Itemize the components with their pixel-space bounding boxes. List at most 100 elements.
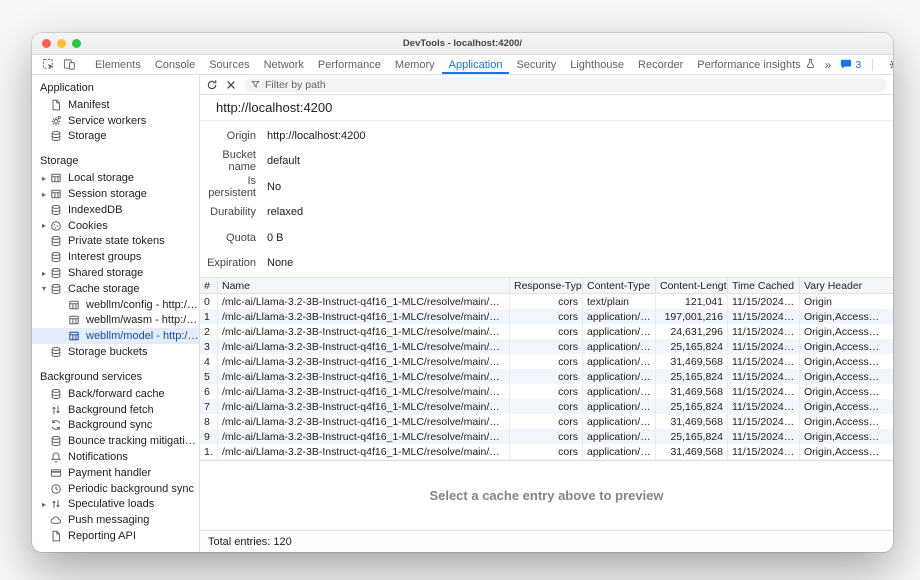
sidebar-item-bounce-tracking-mitigations[interactable]: Bounce tracking mitigations <box>32 433 199 449</box>
sidebar-item-storage-buckets[interactable]: Storage buckets <box>32 344 199 360</box>
sidebar-item-background-fetch[interactable]: Background fetch <box>32 402 199 418</box>
sidebar-item-interest-groups[interactable]: Interest groups <box>32 249 199 265</box>
table-row[interactable]: 0/mlc-ai/Llama-3.2-3B-Instruct-q4f16_1-M… <box>200 294 893 309</box>
column-header-content-length[interactable]: Content-Length <box>656 278 728 293</box>
tab-sources[interactable]: Sources <box>202 55 256 74</box>
tab-performance[interactable]: Performance <box>311 55 388 74</box>
tab-application[interactable]: Application <box>442 55 510 74</box>
sidebar-item-background-sync[interactable]: Background sync <box>32 418 199 434</box>
table-cell-content-type: text/plain <box>583 294 656 309</box>
cell-text: application/oc… <box>587 356 651 368</box>
tab-memory[interactable]: Memory <box>388 55 442 74</box>
database-icon <box>50 435 62 447</box>
chevron-down-icon[interactable]: ▾ <box>38 284 50 293</box>
tab-elements[interactable]: Elements <box>88 55 148 74</box>
inspect-element-icon[interactable] <box>38 55 59 74</box>
tab-network[interactable]: Network <box>257 55 311 74</box>
tab-security[interactable]: Security <box>509 55 563 74</box>
metadata-label: Expiration <box>200 257 256 269</box>
sidebar-item-indexeddb[interactable]: IndexedDB <box>32 202 199 218</box>
column-header-time-cached[interactable]: Time Cached <box>728 278 800 293</box>
title-bar[interactable]: DevTools - localhost:4200/ <box>32 33 893 55</box>
table-cell-response-type: cors <box>510 354 583 369</box>
settings-gear-icon[interactable] <box>884 58 893 71</box>
table-cell-content-length: 31,469,568 <box>656 444 728 459</box>
sidebar-item-cache-storage[interactable]: ▾Cache storage <box>32 281 199 297</box>
table-row[interactable]: 3/mlc-ai/Llama-3.2-3B-Instruct-q4f16_1-M… <box>200 339 893 354</box>
cell-text: 121,041 <box>685 296 723 308</box>
table-row[interactable]: 5/mlc-ai/Llama-3.2-3B-Instruct-q4f16_1-M… <box>200 369 893 384</box>
table-cell-response-type: cors <box>510 369 583 384</box>
clock-icon <box>50 483 62 495</box>
cell-text: /mlc-ai/Llama-3.2-3B-Instruct-q4f16_1-ML… <box>222 371 505 383</box>
table-row[interactable]: 2/mlc-ai/Llama-3.2-3B-Instruct-q4f16_1-M… <box>200 324 893 339</box>
sidebar-item-push-messaging[interactable]: Push messaging <box>32 512 199 528</box>
panel-toolbar <box>200 75 893 95</box>
filter-box <box>244 78 887 92</box>
sidebar-item-storage[interactable]: Storage <box>32 129 199 145</box>
sidebar-item-private-state-tokens[interactable]: Private state tokens <box>32 234 199 250</box>
refresh-button[interactable] <box>206 79 218 91</box>
table-row[interactable]: 10/mlc-ai/Llama-3.2-3B-Instruct-q4f16_1-… <box>200 444 893 459</box>
table-cell-response-type: cors <box>510 309 583 324</box>
delete-selected-button[interactable] <box>225 79 237 91</box>
more-tabs-icon[interactable]: » <box>823 58 834 72</box>
sidebar-item-back-forward-cache[interactable]: Back/forward cache <box>32 386 199 402</box>
chevron-right-icon[interactable]: ▸ <box>38 190 50 199</box>
table-icon <box>68 314 80 326</box>
column-header-name[interactable]: Name <box>218 278 510 293</box>
cell-text: 11/15/2024, 10… <box>732 416 795 428</box>
sidebar-item-manifest[interactable]: Manifest <box>32 97 199 113</box>
tab-lighthouse[interactable]: Lighthouse <box>563 55 631 74</box>
chevron-right-icon[interactable]: ▸ <box>38 500 50 509</box>
table-row[interactable]: 6/mlc-ai/Llama-3.2-3B-Instruct-q4f16_1-M… <box>200 384 893 399</box>
column-header-[interactable]: # <box>200 278 218 293</box>
sidebar-item-webllm-model-http-loc[interactable]: webllm/model - http://loc… <box>32 328 199 344</box>
chevron-right-icon[interactable]: ▸ <box>38 174 50 183</box>
table-cell-num: 0 <box>200 294 218 309</box>
updown-icon <box>50 404 62 416</box>
table-cell-num: 5 <box>200 369 218 384</box>
cell-text: Origin,Access… <box>804 371 879 383</box>
cookie-icon <box>50 220 62 232</box>
column-header-content-type[interactable]: Content-Type <box>583 278 656 293</box>
sidebar-item-speculative-loads[interactable]: ▸Speculative loads <box>32 497 199 513</box>
chevron-right-icon[interactable]: ▸ <box>38 269 50 278</box>
sidebar-item-session-storage[interactable]: ▸Session storage <box>32 186 199 202</box>
sidebar-item-webllm-wasm-http-loca[interactable]: webllm/wasm - http://loca… <box>32 313 199 329</box>
sidebar-item-service-workers[interactable]: Service workers <box>32 113 199 129</box>
sidebar-item-periodic-background-sync[interactable]: Periodic background sync <box>32 481 199 497</box>
table-cell-content-type: application/oc… <box>583 339 656 354</box>
chevron-right-icon[interactable]: ▸ <box>38 221 50 230</box>
table-row[interactable]: 1/mlc-ai/Llama-3.2-3B-Instruct-q4f16_1-M… <box>200 309 893 324</box>
sidebar-item-reporting-api[interactable]: Reporting API <box>32 528 199 544</box>
sidebar-item-payment-handler[interactable]: Payment handler <box>32 465 199 481</box>
sidebar-item-cookies[interactable]: ▸Cookies <box>32 218 199 234</box>
sidebar-item-label: Background sync <box>68 419 152 431</box>
metadata-row-is-persistent: Is persistentNo <box>200 174 893 200</box>
cell-text: 5 <box>204 371 210 383</box>
device-toolbar-icon[interactable] <box>59 55 80 74</box>
tab-performance-insights[interactable]: Performance insights <box>690 55 822 74</box>
cell-text: 25,165,824 <box>670 431 723 443</box>
metadata-row-expiration: ExpirationNone <box>200 251 893 277</box>
table-row[interactable]: 7/mlc-ai/Llama-3.2-3B-Instruct-q4f16_1-M… <box>200 399 893 414</box>
sidebar-item-notifications[interactable]: Notifications <box>32 449 199 465</box>
column-header-response-type[interactable]: Response-Type <box>510 278 583 293</box>
column-header-vary-header[interactable]: Vary Header <box>800 278 893 293</box>
issues-counter[interactable]: 3 <box>840 59 861 71</box>
sidebar-item-webllm-config-http-loc[interactable]: webllm/config - http://loc… <box>32 297 199 313</box>
tab-recorder[interactable]: Recorder <box>631 55 690 74</box>
card-icon <box>50 467 62 479</box>
filter-input[interactable] <box>265 79 880 91</box>
tab-console[interactable]: Console <box>148 55 202 74</box>
table-cell-name: /mlc-ai/Llama-3.2-3B-Instruct-q4f16_1-ML… <box>218 339 510 354</box>
table-row[interactable]: 4/mlc-ai/Llama-3.2-3B-Instruct-q4f16_1-M… <box>200 354 893 369</box>
cell-text: application/oc… <box>587 371 651 383</box>
table-row[interactable]: 9/mlc-ai/Llama-3.2-3B-Instruct-q4f16_1-M… <box>200 429 893 444</box>
sidebar-item-shared-storage[interactable]: ▸Shared storage <box>32 265 199 281</box>
table-cell-time-cached: 11/15/2024, 10… <box>728 429 800 444</box>
cell-text: 6 <box>204 386 210 398</box>
sidebar-item-local-storage[interactable]: ▸Local storage <box>32 170 199 186</box>
table-row[interactable]: 8/mlc-ai/Llama-3.2-3B-Instruct-q4f16_1-M… <box>200 414 893 429</box>
